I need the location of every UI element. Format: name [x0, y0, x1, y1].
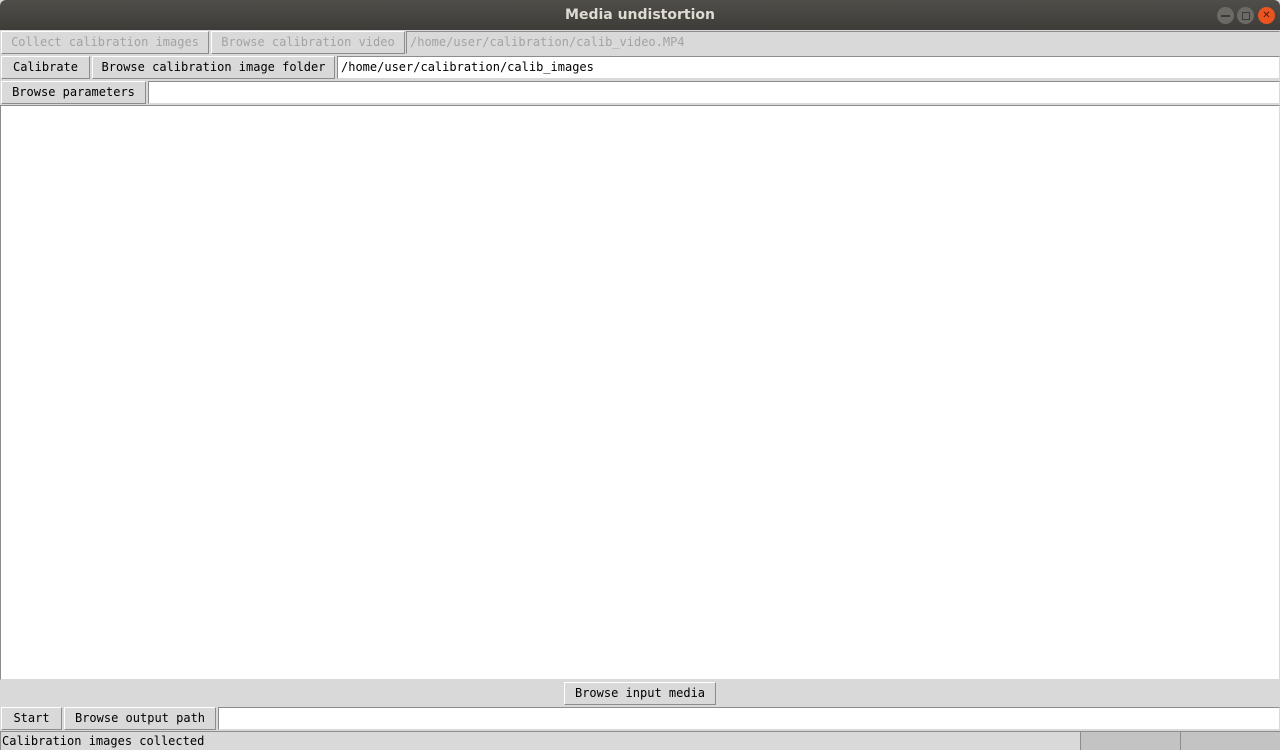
- maximize-button[interactable]: [1237, 7, 1254, 24]
- browse-calibration-image-folder-button[interactable]: Browse calibration image folder: [92, 56, 335, 79]
- calibrate-button[interactable]: Calibrate: [1, 56, 90, 79]
- output-path-field[interactable]: [218, 707, 1280, 730]
- title-bar: Media undistortion ✕: [0, 0, 1280, 30]
- close-icon: ✕: [1262, 9, 1271, 21]
- calibration-video-path-field[interactable]: /home/user/calibration/calib_video.MP4: [406, 31, 1280, 54]
- parameters-path-field[interactable]: [148, 81, 1280, 104]
- start-button[interactable]: Start: [1, 707, 62, 730]
- status-segment-3: [1180, 731, 1280, 750]
- window-title: Media undistortion: [565, 7, 715, 23]
- status-message: Calibration images collected: [0, 731, 1080, 750]
- status-segment-2: [1080, 731, 1180, 750]
- browse-output-path-button[interactable]: Browse output path: [64, 707, 216, 730]
- browse-input-media-button[interactable]: Browse input media: [564, 682, 716, 705]
- minimize-button[interactable]: [1217, 7, 1234, 24]
- maximize-icon: [1241, 11, 1250, 20]
- browse-parameters-button[interactable]: Browse parameters: [1, 81, 146, 104]
- preview-canvas: [0, 105, 1280, 680]
- calibration-image-folder-field[interactable]: /home/user/calibration/calib_images: [337, 56, 1280, 79]
- minimize-icon: [1221, 14, 1230, 17]
- collect-calibration-images-button[interactable]: Collect calibration images: [1, 31, 209, 54]
- browse-calibration-video-button[interactable]: Browse calibration video: [211, 31, 405, 54]
- close-button[interactable]: ✕: [1258, 7, 1275, 24]
